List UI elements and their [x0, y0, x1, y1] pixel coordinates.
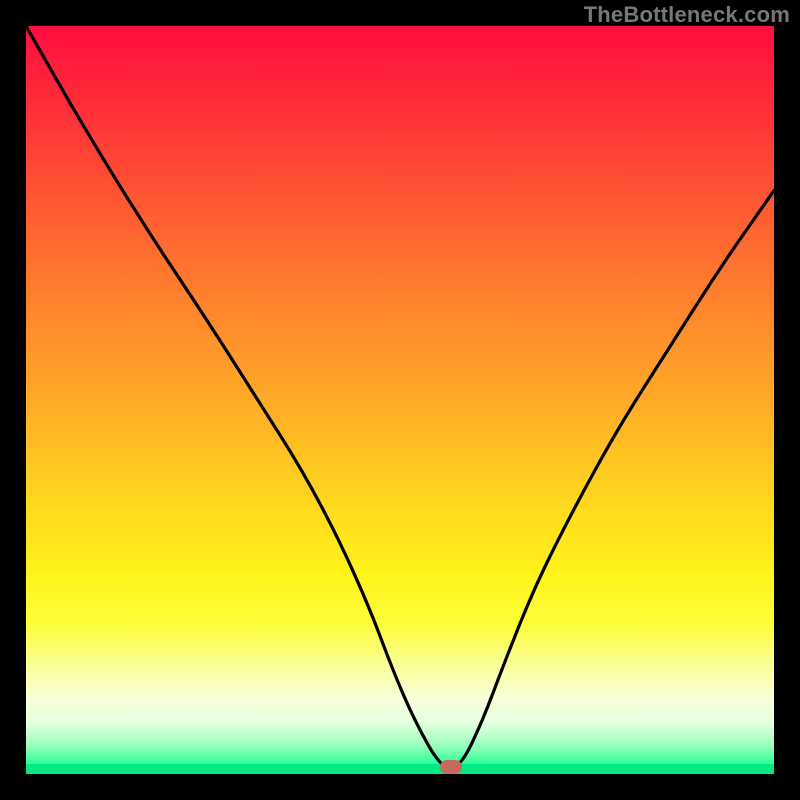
watermark-text: TheBottleneck.com — [584, 2, 790, 28]
bottleneck-marker — [440, 760, 462, 774]
curve-svg — [26, 26, 774, 774]
plot-area — [26, 26, 774, 774]
chart-frame: TheBottleneck.com — [0, 0, 800, 800]
bottleneck-curve-path — [26, 26, 774, 768]
